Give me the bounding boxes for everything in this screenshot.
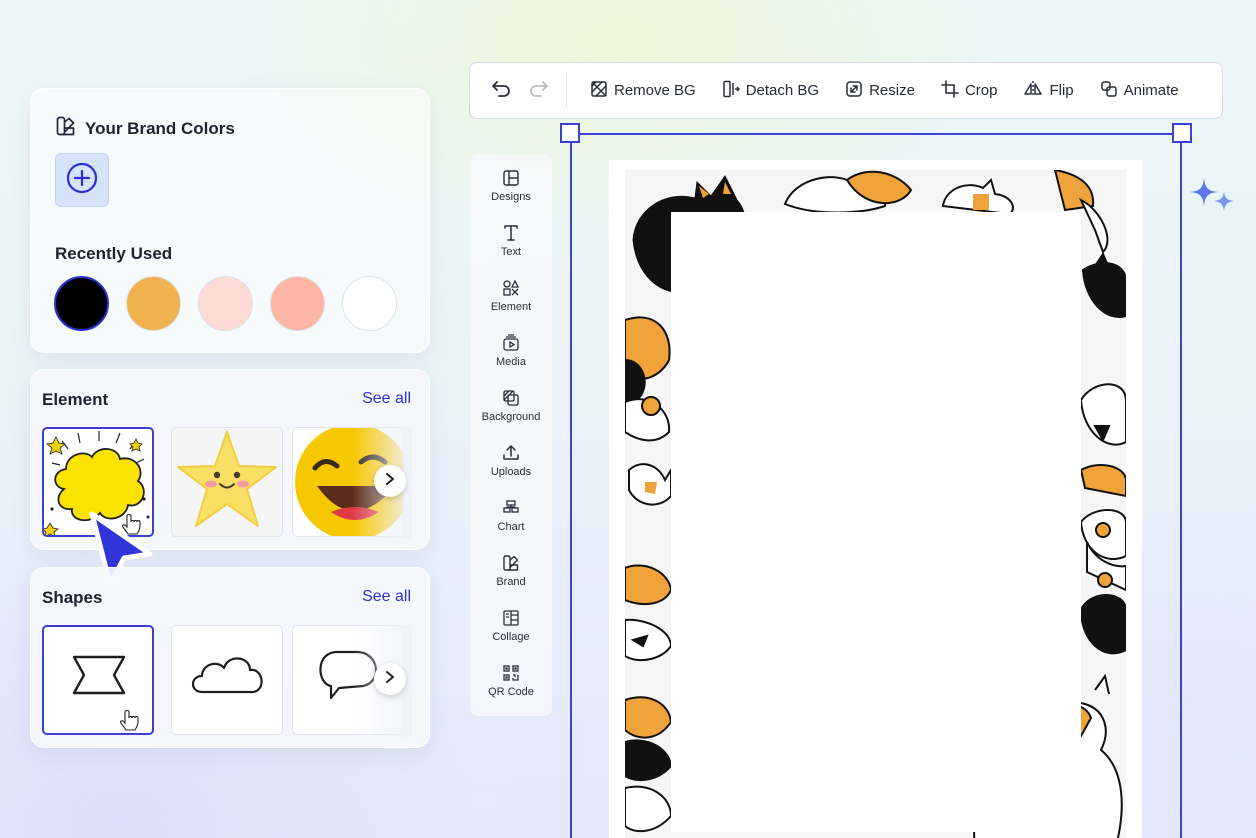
shapes-next-button[interactable] xyxy=(374,663,406,695)
shape-tile-cloud[interactable] xyxy=(171,625,283,735)
resize-handle-top-left[interactable] xyxy=(560,123,580,143)
undo-icon xyxy=(490,79,512,102)
remove-bg-button[interactable]: Remove BG xyxy=(577,71,709,111)
shapes-section-title: Shapes xyxy=(42,588,103,607)
detach-background-icon xyxy=(722,80,740,102)
chevron-right-icon xyxy=(384,472,396,491)
rail-label-uploads: Uploads xyxy=(490,466,532,478)
element-next-button[interactable] xyxy=(374,465,406,497)
redo-icon xyxy=(528,79,550,102)
rail-label-text: Text xyxy=(500,246,522,258)
animate-label: Animate xyxy=(1123,82,1179,99)
rail-label-collage: Collage xyxy=(492,631,530,643)
rail-label-designs: Designs xyxy=(491,191,531,203)
rail-label-background: Background xyxy=(481,411,541,423)
element-icon xyxy=(503,279,520,296)
toolbar-divider xyxy=(566,73,567,108)
rail-item-background[interactable]: Background xyxy=(470,389,552,441)
editor-side-rail: Designs Text Element Media Background Up… xyxy=(470,154,552,716)
animate-icon xyxy=(1100,80,1118,102)
rail-label-brand: Brand xyxy=(496,576,526,588)
hand-cursor-icon xyxy=(118,709,140,733)
element-section-title: Element xyxy=(42,390,109,409)
brand-kit-icon xyxy=(55,115,77,142)
brand-icon xyxy=(503,555,519,571)
collage-icon xyxy=(503,610,519,626)
chevron-right-icon xyxy=(384,670,396,689)
remove-bg-label: Remove BG xyxy=(614,82,696,99)
flip-button[interactable]: Flip xyxy=(1010,71,1086,111)
crop-label: Crop xyxy=(964,82,998,99)
qr-code-icon xyxy=(503,665,519,681)
selection-frame[interactable] xyxy=(560,123,1192,838)
element-see-all-link[interactable]: See all xyxy=(362,390,411,408)
color-swatch-white[interactable] xyxy=(342,276,397,331)
image-toolbar: Remove BG Detach BG Resize Crop Flip Ani… xyxy=(469,62,1223,119)
rail-label-chart: Chart xyxy=(497,521,525,533)
crop-icon xyxy=(941,79,959,102)
designs-icon xyxy=(503,170,519,186)
rail-item-designs[interactable]: Designs xyxy=(470,169,552,221)
resize-icon xyxy=(845,80,863,102)
element-tile-smiling-star[interactable] xyxy=(171,427,283,537)
brand-colors-title: Your Brand Colors xyxy=(85,118,235,138)
brand-colors-panel: Your Brand Colors Recently Used xyxy=(30,88,430,353)
resize-label: Resize xyxy=(869,82,915,99)
rail-item-brand[interactable]: Brand xyxy=(470,554,552,606)
detach-bg-button[interactable]: Detach BG xyxy=(709,71,832,111)
crop-button[interactable]: Crop xyxy=(928,71,1011,111)
resize-button[interactable]: Resize xyxy=(832,71,928,111)
resize-handle-top-right[interactable] xyxy=(1172,123,1192,143)
flip-label: Flip xyxy=(1049,82,1074,99)
shape-tile-hourglass[interactable] xyxy=(42,625,154,735)
media-icon xyxy=(503,334,519,351)
background-icon xyxy=(503,390,519,406)
upload-icon xyxy=(503,445,519,460)
recent-color-list xyxy=(54,276,397,331)
shapes-panel: Shapes See all xyxy=(30,567,430,748)
recently-used-title: Recently Used xyxy=(55,244,173,263)
rail-item-media[interactable]: Media xyxy=(470,334,552,386)
rail-item-element[interactable]: Element xyxy=(470,279,552,331)
rail-label-element: Element xyxy=(490,301,532,313)
shapes-see-all-link[interactable]: See all xyxy=(362,588,411,606)
flip-icon xyxy=(1023,80,1043,102)
color-swatch-black[interactable] xyxy=(54,276,109,331)
text-icon xyxy=(504,225,518,241)
brand-colors-header: Your Brand Colors xyxy=(55,115,235,142)
animate-button[interactable]: Animate xyxy=(1087,71,1192,111)
rail-item-qr-code[interactable]: QR Code xyxy=(470,664,552,716)
rail-item-collage[interactable]: Collage xyxy=(470,609,552,661)
chart-icon xyxy=(503,500,519,513)
color-swatch-salmon[interactable] xyxy=(270,276,325,331)
color-swatch-light-pink[interactable] xyxy=(198,276,253,331)
add-brand-color-button[interactable] xyxy=(55,153,109,207)
rail-item-text[interactable]: Text xyxy=(470,224,552,276)
rail-label-qr-code: QR Code xyxy=(488,686,534,698)
undo-button[interactable] xyxy=(482,72,520,110)
remove-background-icon xyxy=(590,80,608,102)
rail-item-uploads[interactable]: Uploads xyxy=(470,444,552,496)
redo-button[interactable] xyxy=(520,72,558,110)
detach-bg-label: Detach BG xyxy=(745,82,820,99)
rail-item-chart[interactable]: Chart xyxy=(470,499,552,551)
plus-circle-icon xyxy=(65,161,99,200)
sparkle-icon xyxy=(1190,176,1238,219)
shapes-thumbnails xyxy=(42,625,412,737)
color-swatch-orange[interactable] xyxy=(126,276,181,331)
rail-label-media: Media xyxy=(496,356,526,368)
